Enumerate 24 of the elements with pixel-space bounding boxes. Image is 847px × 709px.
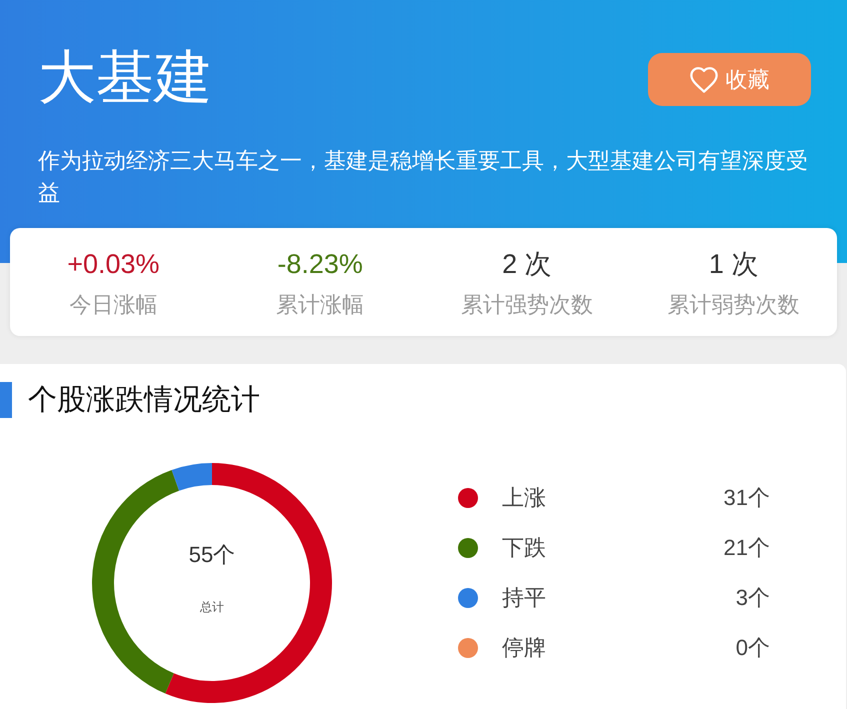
total-count: 55个 [188,541,236,569]
legend-label: 持平 [502,584,546,612]
legend-count: 0个 [736,634,770,662]
legend-label: 停牌 [502,634,546,662]
stat-label: 今日涨幅 [69,291,158,319]
stat-label: 累计涨幅 [276,291,364,319]
favorite-button[interactable]: 收藏 [648,53,811,106]
stat-label: 累计弱势次数 [668,291,800,319]
legend-label: 下跌 [502,534,546,562]
stat-label: 累计强势次数 [460,291,593,319]
legend-count: 31个 [724,484,770,512]
section-title: 个股涨跌情况统计 [28,383,260,418]
legend-count: 21个 [724,534,770,562]
accent-bar [0,382,12,418]
description-text: 作为拉动经济三大马车之一，基建是稳增长重要工具，大型基建公司有望深度受益 [38,147,809,207]
stat-value: 2 次 [502,248,552,280]
total-label: 总计 [200,599,224,615]
stat-value: -8.23% [277,248,363,280]
stat-value: +0.03% [67,248,160,280]
stat-value: 1 次 [708,248,758,280]
page-title: 大基建 [38,46,212,110]
legend-count: 3个 [736,584,770,612]
legend-label: 上涨 [502,484,546,512]
heart-icon [690,66,718,92]
